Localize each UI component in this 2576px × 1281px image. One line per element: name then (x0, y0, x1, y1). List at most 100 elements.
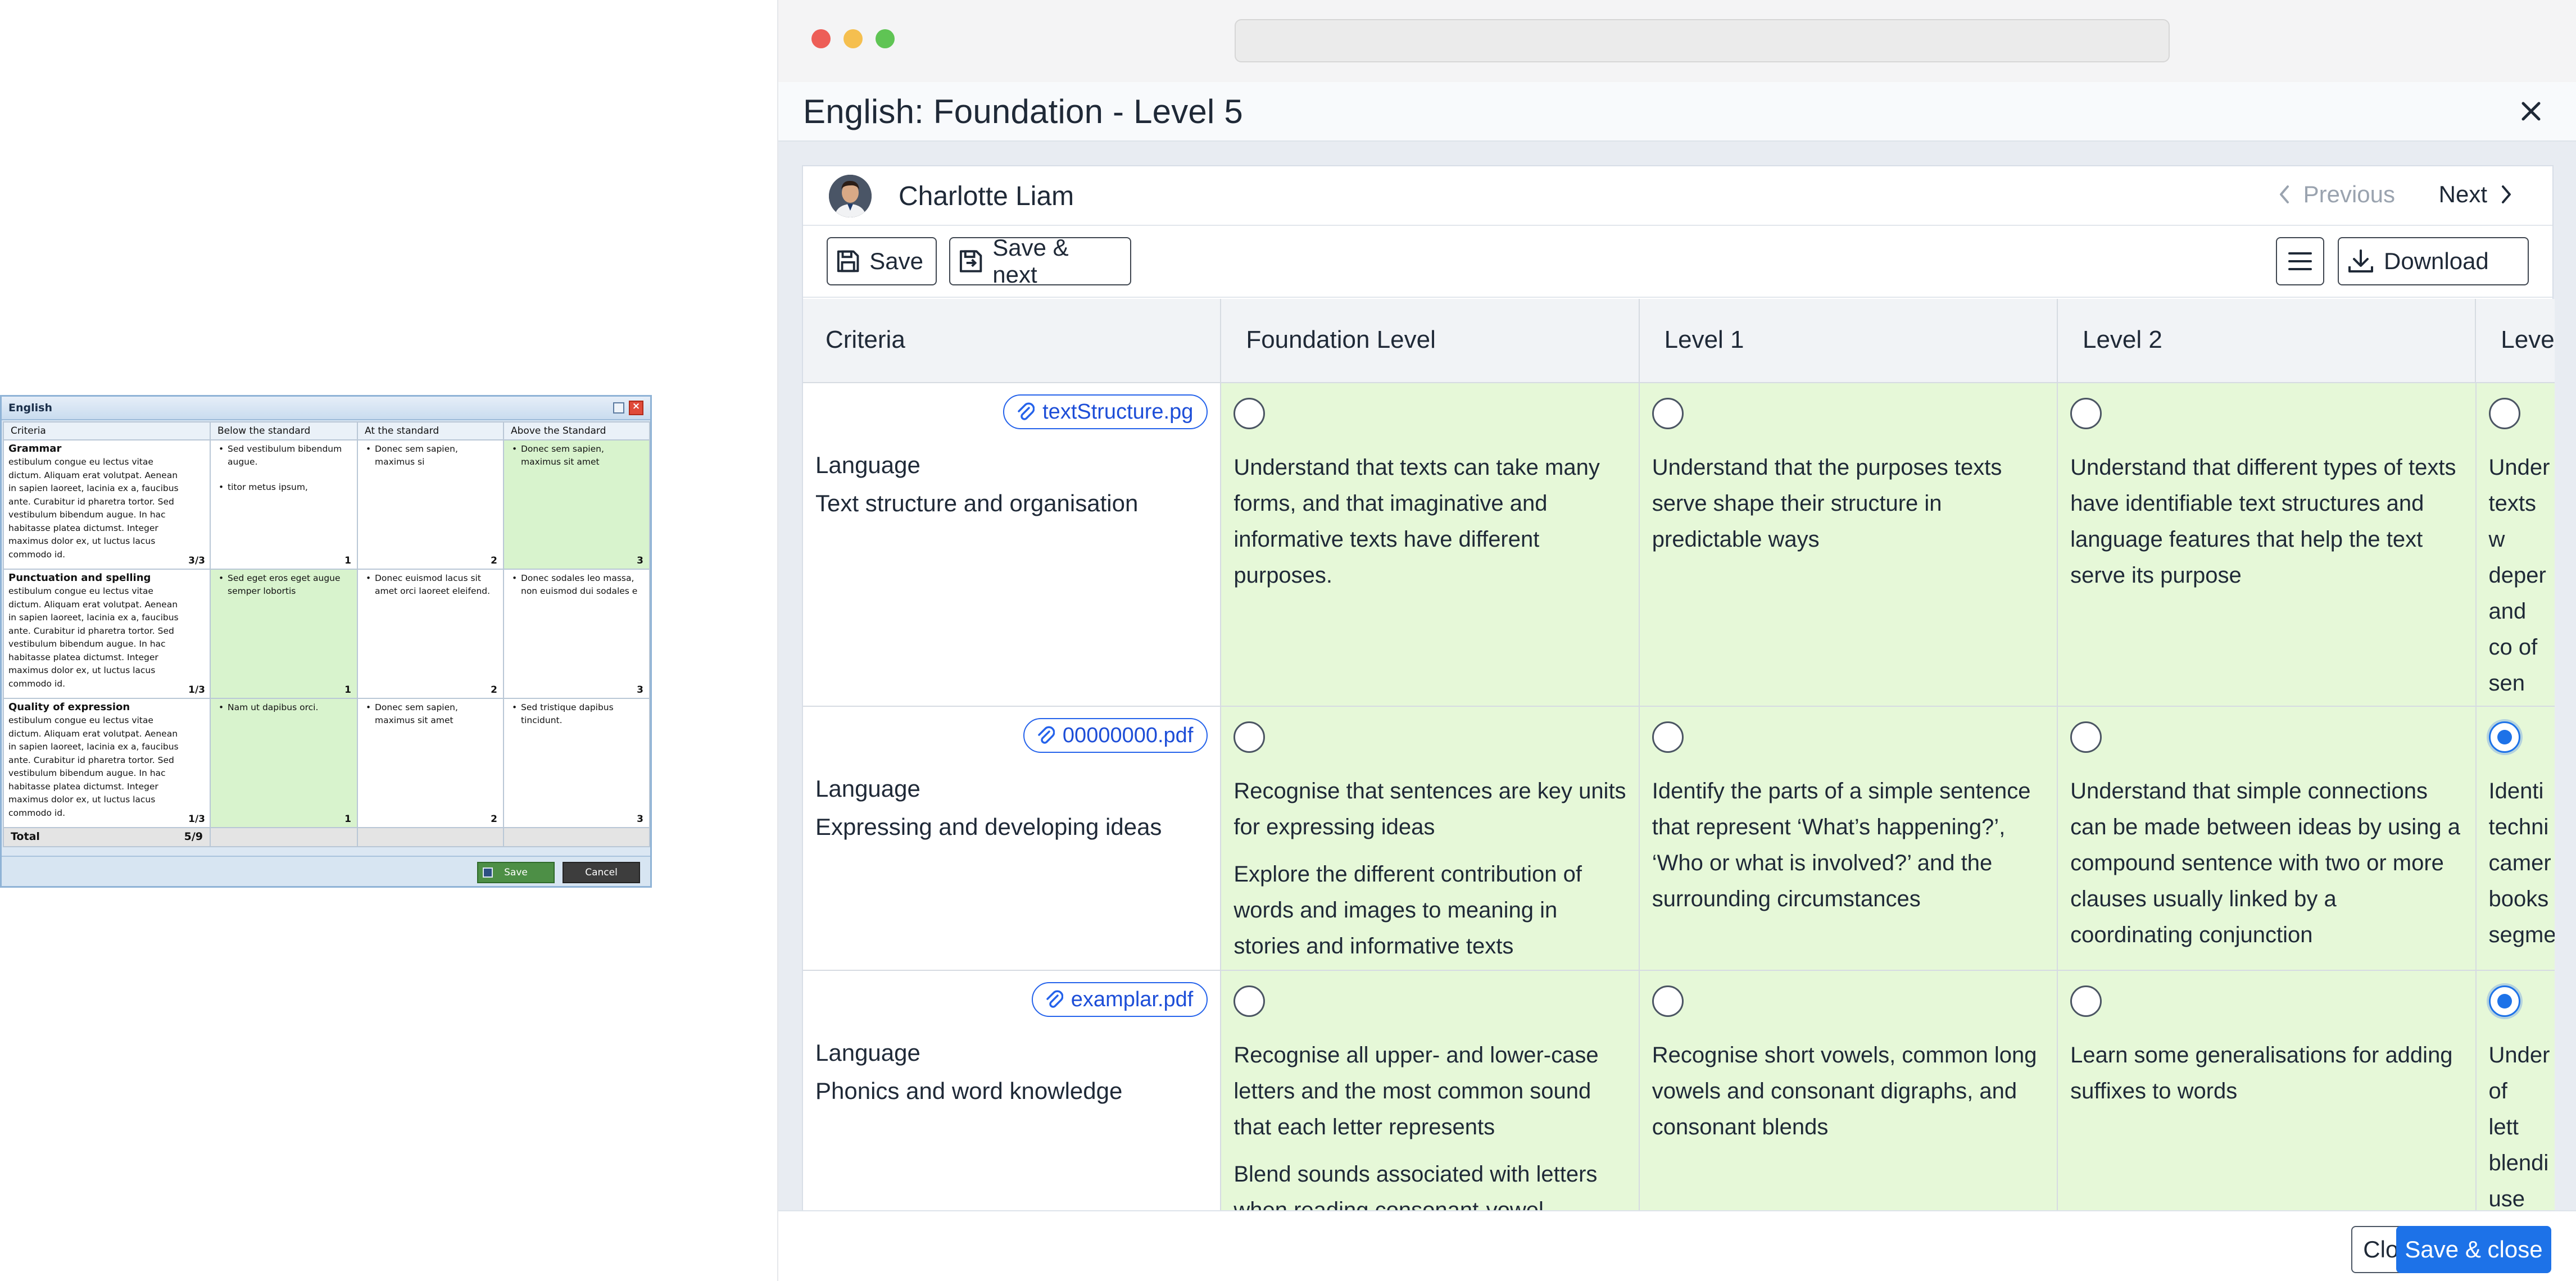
level-radio[interactable] (2488, 398, 2520, 429)
legacy-criterion-score: 1/3 (188, 684, 205, 696)
level-cell[interactable]: Identify the parts of a simple sentence … (1639, 707, 2058, 970)
legacy-total-empty (357, 827, 504, 847)
column-header-level-2: Level 2 (2058, 299, 2477, 382)
paperclip-icon (1018, 402, 1035, 420)
level-cell[interactable]: Learn some generalisations for adding su… (2058, 971, 2477, 1210)
level-radio[interactable] (1233, 721, 1266, 753)
level-description: Recognise all upper- and lower-case lett… (1233, 1043, 1599, 1139)
attachment-name: textStructure.pg (1042, 399, 1194, 424)
attachment-chip[interactable]: examplar.pdf (1031, 982, 1208, 1017)
legacy-window-title: English (8, 402, 52, 414)
legacy-criterion-score: 1/3 (188, 814, 205, 825)
level-radio[interactable] (2488, 985, 2520, 1017)
next-button[interactable]: Next (2439, 181, 2513, 208)
level-radio[interactable] (1233, 398, 1266, 429)
level-cell[interactable]: Identi techni camer books segme (2476, 707, 2555, 970)
legacy-level-cell[interactable]: Donec sem sapien, maximus si 2 (357, 439, 504, 570)
level-cell[interactable]: Recognise short vowels, common long vowe… (1639, 971, 2058, 1210)
legacy-criterion-desc: estibulum congue eu lectus vitae dictum.… (8, 715, 179, 818)
legacy-level-cell[interactable]: Nam ut dapibus orci. 1 (210, 698, 358, 828)
download-button[interactable]: Download (2338, 237, 2529, 285)
level-cell[interactable]: Understand that the purposes texts serve… (1639, 383, 2058, 706)
hamburger-icon (2288, 252, 2312, 270)
legacy-rubric-window: English × Criteria Below the standard At… (0, 395, 652, 888)
level-radio[interactable] (1652, 721, 1684, 753)
student-bar: Charlotte Liam Previous Next (803, 166, 2552, 226)
level-radio[interactable] (2070, 398, 2102, 429)
legacy-level-number: 1 (344, 684, 351, 696)
legacy-criterion-desc: estibulum congue eu lectus vitae dictum.… (8, 586, 179, 689)
level-radio[interactable] (1652, 398, 1684, 429)
address-bar[interactable] (1235, 19, 2170, 62)
legacy-cancel-label: Cancel (585, 867, 618, 878)
level-cell[interactable]: Understand that simple connections can b… (2058, 707, 2477, 970)
window-zoom-dot[interactable] (876, 29, 895, 48)
legacy-level-cell[interactable]: Sed tristique dapibus tincidunt. 3 (503, 698, 650, 828)
level-radio[interactable] (1233, 985, 1266, 1017)
level-description: Recognise short vowels, common long vowe… (1652, 1043, 2037, 1139)
level-cell[interactable]: Recognise that sentences are key units f… (1221, 707, 1640, 970)
chevron-left-icon (2279, 185, 2289, 203)
legacy-level-cell[interactable]: Sed vestibulum bibendum augue. titor metu… (210, 439, 358, 570)
download-icon (2348, 249, 2373, 272)
legacy-total-row: Total 5/9 (3, 827, 650, 847)
level-cell[interactable]: Understand that texts can take many form… (1221, 383, 1640, 706)
previous-label: Previous (2303, 181, 2395, 207)
next-label: Next (2438, 181, 2487, 207)
legacy-level-cell[interactable]: Donec sem sapien, maximus sit amet 3 (503, 439, 650, 570)
legacy-level-item: titor metus ipsum, (215, 481, 352, 494)
criterion-name: Text structure and organisation (815, 490, 1139, 516)
legacy-header-criteria: Criteria (3, 421, 211, 440)
legacy-level-cell[interactable]: Sed eget eros eget augue semper lobortis… (210, 569, 358, 699)
attachment-chip[interactable]: 00000000.pdf (1023, 718, 1208, 753)
legacy-criterion-cell: Punctuation and spelling estibulum congue… (3, 569, 211, 699)
save-button[interactable]: Save (827, 237, 937, 285)
level-radio[interactable] (1652, 985, 1684, 1017)
level-description: Under texts w deper and co of sen (2488, 455, 2550, 696)
criterion-cell: examplar.pdf Language Phonics and word kno… (803, 971, 1222, 1210)
level-cell[interactable]: Understand that different types of texts… (2058, 383, 2477, 706)
legacy-level-cell[interactable]: Donec sodales leo massa, non euismod dui… (503, 569, 650, 699)
column-header-level-1: Level 1 (1640, 299, 2058, 382)
save-next-button[interactable]: Save & next (949, 234, 1131, 288)
level-cell[interactable]: Recognise all upper- and lower-case lett… (1221, 971, 1640, 1210)
legacy-total-empty (210, 827, 358, 847)
previous-button[interactable]: Previous (2278, 181, 2395, 208)
window-close-dot[interactable] (811, 29, 831, 48)
save-label: Save (869, 248, 923, 274)
modal-title: English: Foundation - Level 5 (803, 93, 1243, 130)
menu-button[interactable] (2276, 237, 2324, 285)
legacy-footer: Save Cancel (2, 856, 650, 886)
legacy-level-item: Donec sodales leo massa, non euismod dui… (509, 572, 645, 598)
level-description: Understand that simple connections can b… (2070, 779, 2460, 947)
level-cell[interactable]: Under texts w deper and co of sen (2476, 383, 2555, 706)
level-description: Blend sounds associated with letters whe… (1233, 1162, 1598, 1210)
legacy-level-cell[interactable]: Donec sem sapien, maximus sit amet 2 (357, 698, 504, 828)
close-icon[interactable]: × (629, 401, 643, 415)
paperclip-icon (1038, 726, 1055, 744)
rubric-row: examplar.pdf Language Phonics and word kno… (803, 971, 2555, 1210)
legacy-save-label: Save (504, 867, 528, 878)
legacy-cancel-button[interactable]: Cancel (563, 862, 640, 883)
rubric-table: Criteria Foundation Level Level 1 Level … (803, 299, 2555, 1210)
floppy-disk-icon (837, 250, 859, 272)
maximize-icon[interactable] (613, 402, 624, 414)
legacy-criterion-score: 3/3 (188, 555, 205, 566)
chevron-right-icon (2502, 185, 2511, 203)
legacy-save-button[interactable]: Save (477, 862, 555, 883)
save-close-button[interactable]: Save & close (2396, 1226, 2551, 1273)
legacy-level-number: 3 (637, 555, 643, 566)
rubric-row: 00000000.pdf Language Expressing and devel… (803, 707, 2555, 971)
level-cell[interactable]: Under of lett blendi use m comm (2476, 971, 2555, 1210)
legacy-rubric-table: Criteria Below the standard At the stand… (3, 421, 650, 847)
level-radio[interactable] (2488, 721, 2520, 753)
rubric-header-row: Criteria Foundation Level Level 1 Level … (803, 299, 2555, 383)
legacy-total-cell: Total 5/9 (3, 827, 211, 847)
window-minimize-dot[interactable] (843, 29, 863, 48)
legacy-level-cell[interactable]: Donec euismod lacus sit amet orci laoree… (357, 569, 504, 699)
level-radio[interactable] (2070, 721, 2102, 753)
browser-window: English: Foundation - Level 5 Charlotte … (777, 0, 2576, 1281)
close-icon[interactable] (2515, 96, 2547, 127)
level-radio[interactable] (2070, 985, 2102, 1017)
attachment-chip[interactable]: textStructure.pg (1003, 394, 1208, 429)
